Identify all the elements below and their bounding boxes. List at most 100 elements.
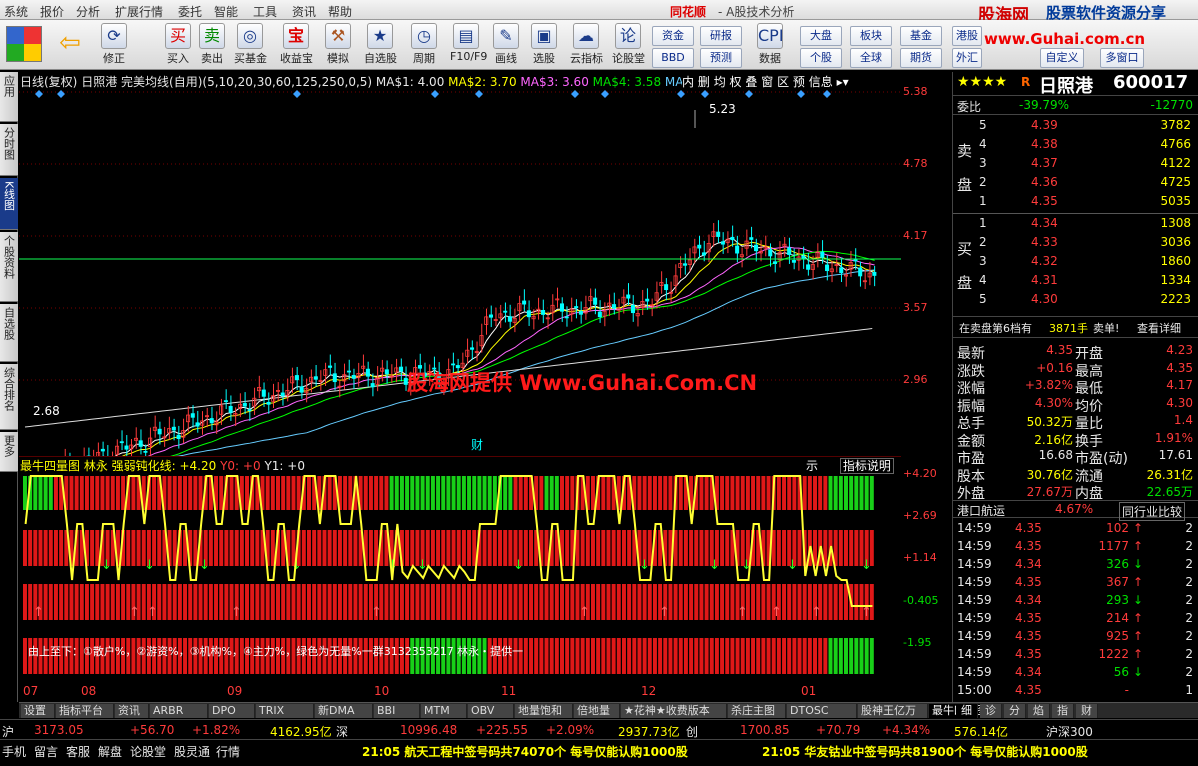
stat-row[interactable]: 金额 2.16亿 换手 1.91% — [953, 430, 1198, 450]
indicator-tab[interactable]: OBV — [468, 704, 514, 718]
menu-analysis[interactable]: 分析 — [76, 3, 100, 20]
market-button[interactable]: 大盘 — [800, 26, 842, 46]
clock-icon[interactable]: ◷ — [411, 23, 437, 49]
windows-icon[interactable] — [6, 26, 42, 62]
tick-row[interactable]: 14:59 4.35 925 2 — [953, 628, 1198, 646]
tick-row[interactable]: 14:59 4.34 56 2 — [953, 664, 1198, 682]
industry-compare-button[interactable]: 同行业比较 — [1119, 502, 1186, 521]
indicator-tab[interactable]: ARBR — [150, 704, 208, 718]
menu-extended[interactable]: 扩展行情 — [115, 3, 163, 20]
indicator-tab[interactable]: ★花神★收费版本 — [621, 704, 727, 718]
tool-average[interactable]: 均 — [714, 75, 726, 89]
quote-tab[interactable]: 指 — [1052, 704, 1074, 718]
tab-profile[interactable]: 个股资料 — [0, 232, 18, 302]
multiwindow-button[interactable]: 多窗口 — [1100, 48, 1144, 68]
forex-button[interactable]: 外汇 — [952, 48, 982, 68]
indicator-tab[interactable]: 倍地量 — [574, 704, 620, 718]
tab-watchlist[interactable]: 自选股 — [0, 304, 18, 362]
ask-row[interactable]: 1 4.35 5035 — [953, 193, 1198, 211]
indicator-tab[interactable]: 地量饱和 — [515, 704, 573, 718]
tool-rights[interactable]: 权 — [730, 75, 742, 89]
stat-row[interactable]: 总手 50.32万 量比 1.4 — [953, 412, 1198, 432]
forum-icon[interactable]: 论 — [615, 23, 641, 49]
futures-button[interactable]: 期货 — [900, 48, 942, 68]
stat-row[interactable]: 外盘 27.67万 内盘 22.65万 — [953, 482, 1198, 502]
indicator-help-button[interactable]: 指标说明 — [839, 458, 894, 474]
message-link[interactable]: 留言 — [34, 743, 58, 760]
tick-row[interactable]: 14:59 4.34 293 2 — [953, 592, 1198, 610]
tool-expand-icon[interactable]: ▸▾ — [837, 75, 849, 89]
indicator-tab[interactable]: MTM — [421, 704, 467, 718]
indicator-tab[interactable]: 指标平台 — [56, 704, 114, 718]
tab-app[interactable]: 应用 — [0, 72, 18, 122]
indicator-tab[interactable]: DPO — [209, 704, 255, 718]
period-label[interactable]: 日线(复权) — [20, 75, 77, 89]
buy-icon[interactable]: 买 — [165, 23, 191, 49]
ask-row[interactable]: 4 4.38 4766 — [953, 136, 1198, 154]
tool-window[interactable]: 窗 — [761, 75, 773, 89]
bid-row[interactable]: 2 4.33 3036 — [953, 234, 1198, 252]
mobile-link[interactable]: 手机 — [2, 743, 26, 760]
quote-tab[interactable]: 分 — [1004, 704, 1026, 718]
menu-help[interactable]: 帮助 — [328, 3, 352, 20]
tool-inner[interactable]: 内 — [682, 75, 694, 89]
custom-button[interactable]: 自定义 — [1040, 48, 1084, 68]
back-arrow-icon[interactable]: ⇦ — [54, 28, 86, 60]
sell-icon[interactable]: 卖 — [199, 23, 225, 49]
indicator-tab[interactable]: DTOSC — [787, 704, 857, 718]
tick-row[interactable]: 14:59 4.34 326 2 — [953, 556, 1198, 574]
favorites-icon[interactable]: ★ — [367, 23, 393, 49]
menu-smart[interactable]: 智能 — [214, 3, 238, 20]
bid-row[interactable]: 3 4.32 1860 — [953, 253, 1198, 271]
indicator-show-tab[interactable]: 示 — [806, 459, 818, 473]
stat-row[interactable]: 涨跌 +0.16 最高 4.35 — [953, 360, 1198, 380]
tool-overlay[interactable]: 叠 — [745, 75, 757, 89]
bid-row[interactable]: 1 4.34 1308 — [953, 215, 1198, 233]
ask-row[interactable]: 5 4.39 3782 — [953, 117, 1198, 135]
indicator-tab[interactable]: 新DMA — [315, 704, 373, 718]
analysis-link[interactable]: 解盘 — [98, 743, 122, 760]
tick-row[interactable]: 14:59 4.35 1222 2 — [953, 646, 1198, 664]
sector-button[interactable]: 板块 — [850, 26, 892, 46]
indicator-tab[interactable]: BBI — [374, 704, 420, 718]
stat-row[interactable]: 市盈 16.68 市盈(动) 17.61 — [953, 447, 1198, 467]
quote-link[interactable]: 行情 — [216, 743, 240, 760]
glt-link[interactable]: 股灵通 — [174, 743, 210, 760]
menu-news[interactable]: 资讯 — [292, 3, 316, 20]
tick-row[interactable]: 15:00 4.35 - 1 — [953, 682, 1198, 700]
menu-entrust[interactable]: 委托 — [178, 3, 202, 20]
bbd-button[interactable]: BBD — [652, 48, 694, 68]
tab-minute[interactable]: 分时图 — [0, 124, 18, 176]
hs300-label[interactable]: 沪深300 — [1046, 723, 1093, 740]
screener-icon[interactable]: ▣ — [531, 23, 557, 49]
hk-button[interactable]: 港股 — [952, 26, 982, 46]
fund-flow-button[interactable]: 资金 — [652, 26, 694, 46]
refresh-icon[interactable]: ⟳ — [101, 23, 127, 49]
ask-row[interactable]: 2 4.36 4725 — [953, 174, 1198, 192]
stat-row[interactable]: 最新 4.35 开盘 4.23 — [953, 342, 1198, 362]
cloud-indicator-icon[interactable]: ☁ — [573, 23, 599, 49]
tool-delete[interactable]: 删 — [698, 75, 710, 89]
cpi-icon[interactable]: CPI — [757, 23, 784, 49]
indicator-tab[interactable]: 设置 — [21, 704, 55, 718]
forum-link[interactable]: 论股堂 — [130, 743, 166, 760]
menu-tools[interactable]: 工具 — [253, 3, 277, 20]
quote-tab[interactable]: 细 — [956, 704, 978, 718]
stock-button[interactable]: 个股 — [800, 48, 842, 68]
ask-row[interactable]: 3 4.37 4122 — [953, 155, 1198, 173]
news-ticker-1[interactable]: 21:05 航天工程中签号码共74070个 每号仅能认购1000股 — [362, 743, 688, 760]
quote-tab[interactable]: 焰 — [1028, 704, 1050, 718]
news-ticker-2[interactable]: 21:05 华友钴业中签号码共81900个 每号仅能认购1000股 — [762, 743, 1088, 760]
tick-row[interactable]: 14:59 4.35 367 2 — [953, 574, 1198, 592]
tick-row[interactable]: 14:59 4.35 214 2 — [953, 610, 1198, 628]
industry-name[interactable]: 港口航运 — [957, 502, 1005, 519]
treasure-icon[interactable]: 宝 — [283, 23, 309, 49]
kline-chart[interactable]: 5.23 2.68 财 股海网提供 Www.Guhai.Com.CN — [19, 72, 901, 456]
tab-ranking[interactable]: 综合排名 — [0, 364, 18, 430]
stat-row[interactable]: 振幅 4.30% 均价 4.30 — [953, 395, 1198, 415]
menu-system[interactable]: 系统 — [4, 3, 28, 20]
tick-row[interactable]: 14:59 4.35 1177 2 — [953, 538, 1198, 556]
tab-more[interactable]: 更多 — [0, 432, 18, 472]
research-button[interactable]: 研报 — [700, 26, 742, 46]
stat-row[interactable]: 股本 30.76亿 流通 26.31亿 — [953, 465, 1198, 485]
